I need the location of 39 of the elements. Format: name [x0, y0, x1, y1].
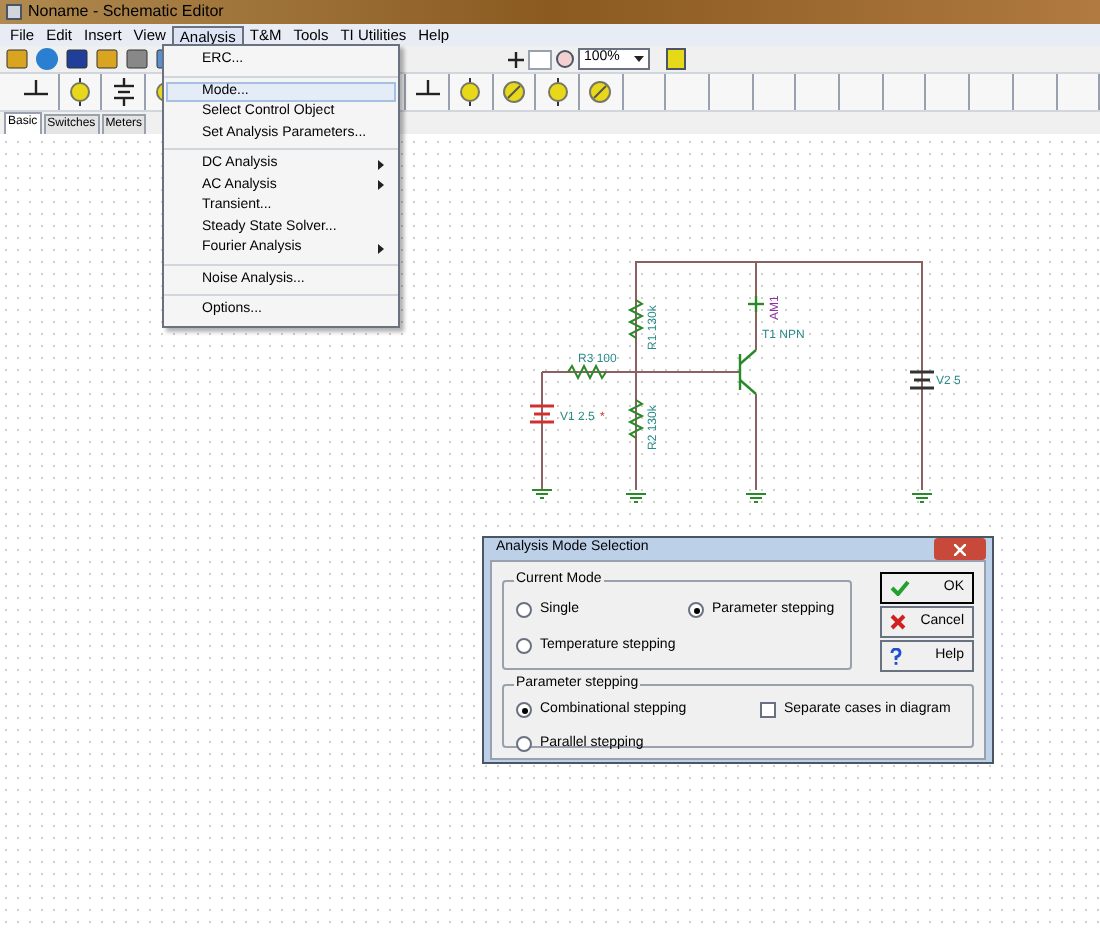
transistor-symbol: [738, 349, 757, 395]
folder-icon[interactable]: [4, 46, 30, 72]
ammeter-symbol: [748, 296, 764, 312]
document-icon[interactable]: [124, 46, 150, 72]
check-icon: [890, 580, 910, 596]
lamp-icon[interactable]: [456, 78, 485, 106]
checkbox[interactable]: [760, 702, 776, 719]
radio-button[interactable]: [516, 602, 532, 619]
component-icon[interactable]: [666, 48, 686, 70]
save-icon[interactable]: [64, 46, 90, 72]
close-button[interactable]: [934, 538, 986, 560]
battery-symbol: [530, 404, 554, 424]
ground-symbol: [745, 493, 767, 503]
app-icon: [6, 4, 22, 20]
globe-icon[interactable]: [34, 46, 60, 72]
zoom-icon[interactable]: [556, 50, 574, 68]
window-title: Noname - Schematic Editor: [28, 0, 224, 24]
radio-button[interactable]: [516, 736, 532, 753]
resistor: [627, 399, 645, 439]
resistor: [567, 363, 607, 381]
help-icon: [890, 647, 902, 665]
meter-icon[interactable]: [586, 78, 615, 106]
meter-icon[interactable]: [499, 78, 528, 106]
battery-symbol: [910, 370, 934, 390]
battery-icon[interactable]: [109, 78, 138, 106]
caret-icon: [634, 56, 644, 62]
radio-button[interactable]: [688, 602, 704, 619]
crosshair-icon[interactable]: [508, 51, 524, 67]
lamp-icon[interactable]: [66, 78, 95, 106]
radio-button[interactable]: [516, 638, 532, 655]
ground-symbol: [531, 489, 553, 499]
lamp-icon[interactable]: [543, 78, 572, 106]
close-icon: [954, 543, 966, 555]
folder-icon[interactable]: [94, 46, 120, 72]
close-icon: [890, 614, 906, 630]
resistor: [627, 299, 645, 339]
ground-symbol: [625, 493, 647, 503]
radio-button[interactable]: [516, 702, 532, 719]
ground-symbol: [911, 493, 933, 503]
